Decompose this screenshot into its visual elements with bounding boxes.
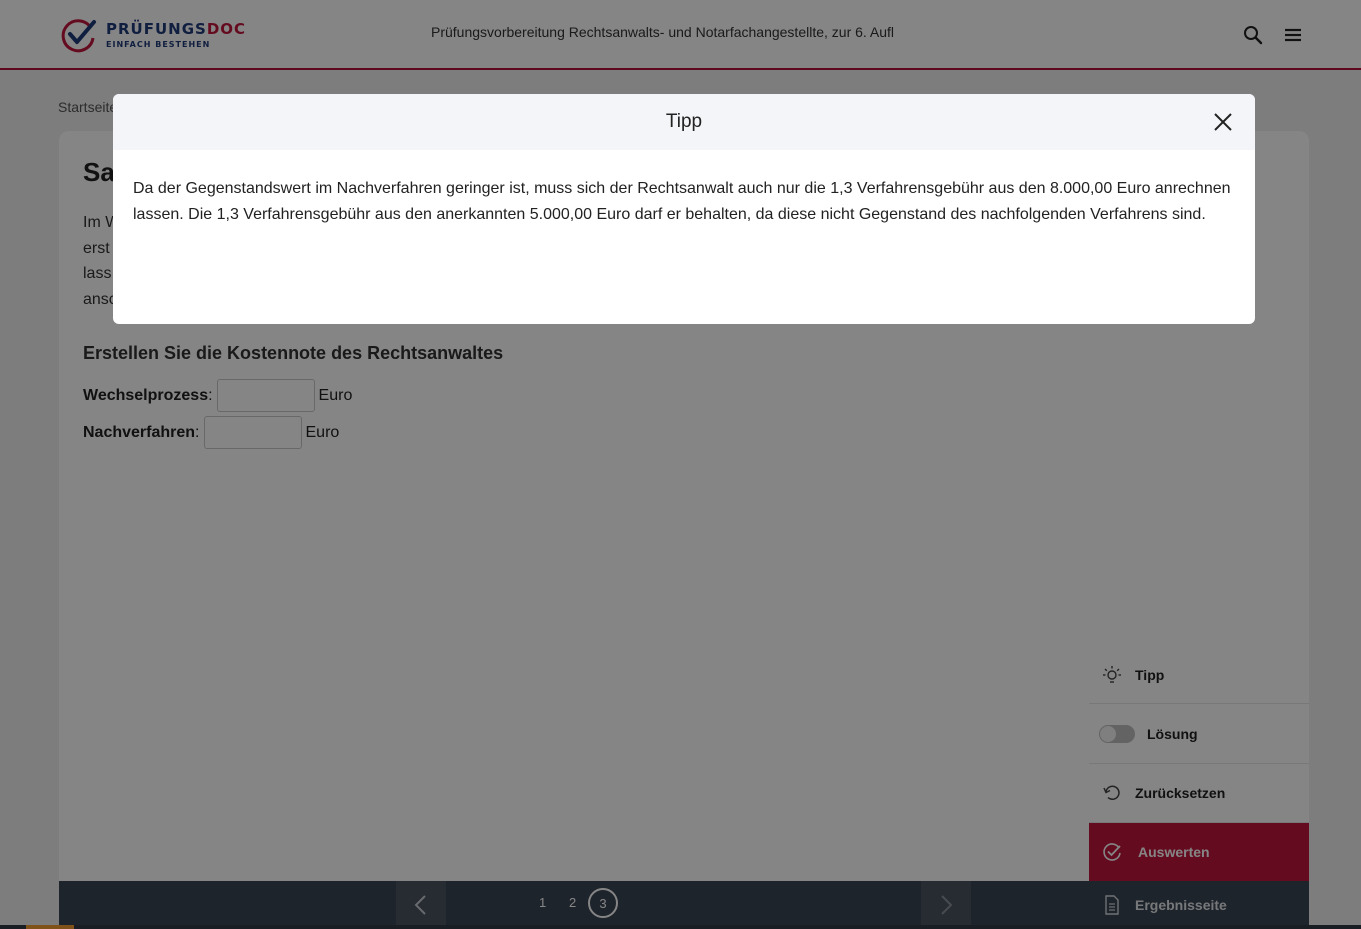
tipp-modal: Tipp Da der Gegenstandswert im Nachverfa… [113,94,1255,324]
modal-header: Tipp [113,94,1255,150]
modal-title: Tipp [665,111,703,132]
close-icon[interactable] [1211,110,1235,134]
modal-body: Da der Gegenstandswert im Nachverfahren … [133,180,1231,223]
